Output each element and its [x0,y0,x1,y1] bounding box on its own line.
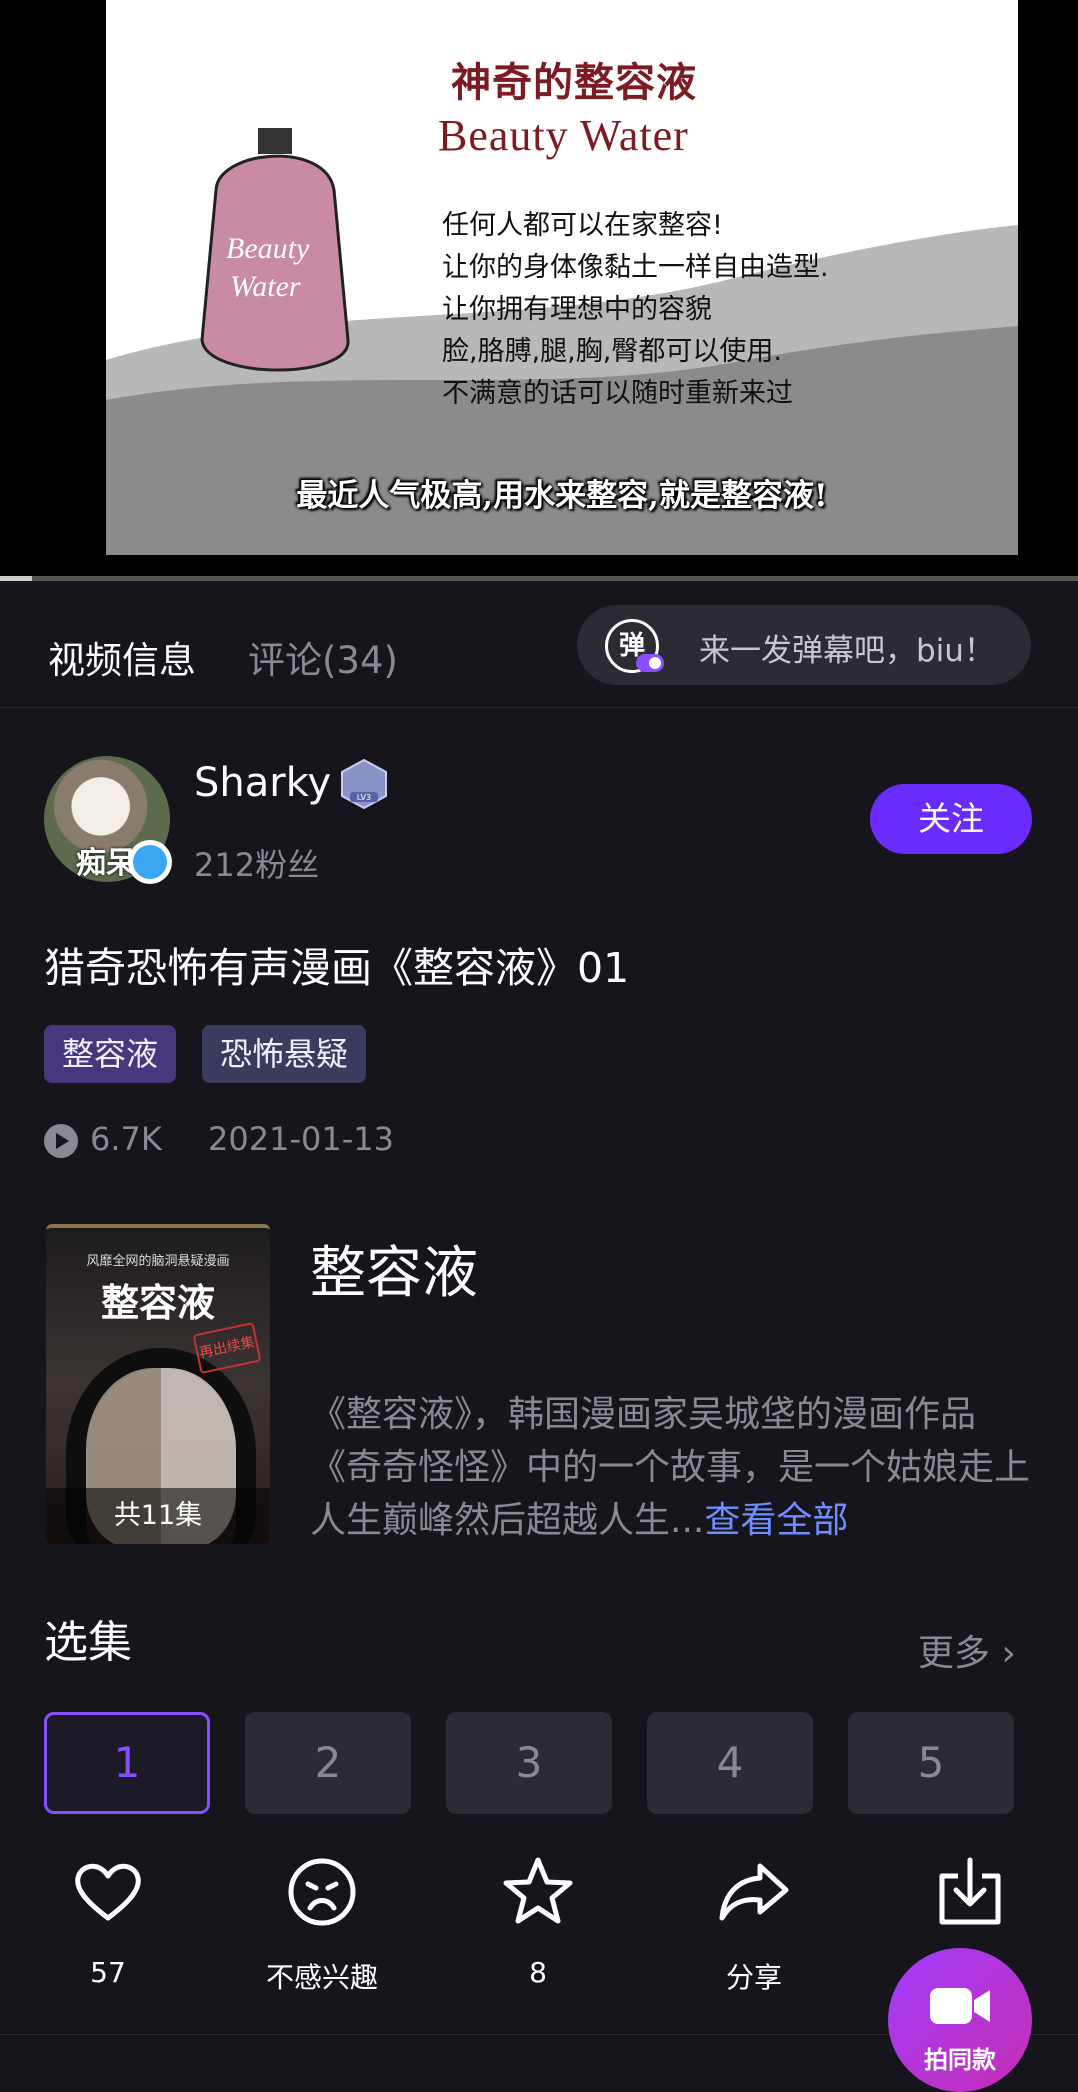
episode-button-4[interactable]: 4 [647,1712,813,1814]
episode-button-3[interactable]: 3 [446,1712,612,1814]
frame-line: 不满意的话可以随时重新来过 [442,378,793,409]
follow-button[interactable]: 关注 [870,784,1032,854]
heart-icon [75,1863,141,1921]
share-arrow-icon [719,1863,789,1921]
description-text: 《整容液》，韩国漫画家吴城垡的漫画作品《奇奇怪怪》中的一个故事，是一个姑娘走上人… [310,1394,1031,1541]
frame-line: 让你拥有理想中的容貌 [442,294,712,325]
episode-button-5[interactable]: 5 [848,1712,1014,1814]
frame-text-lines: 任何人都可以在家整容! 让你的身体像黏土一样自由造型. 让你拥有理想中的容貌 脸… [442,205,829,415]
not-interested-label: 不感兴趣 [265,1961,378,1994]
episode-count: 共11集 [46,1488,270,1544]
publish-date: 2021-01-13 [208,1120,394,1158]
favorite-count: 8 [529,1956,547,1989]
comic-cover[interactable]: 风靡全网的脑洞悬疑漫画 整容液 再出续集 共11集 [46,1224,270,1544]
tag-chip[interactable]: 整容液 [44,1025,177,1083]
svg-text:LV3: LV3 [357,793,371,802]
like-count: 57 [90,1956,126,1989]
star-icon [503,1857,573,1924]
comic-title: 整容液 [310,1241,478,1306]
video-camera-icon [930,1988,990,2024]
svg-text:Beauty: Beauty [226,232,310,265]
view-count: 6.7K [90,1120,162,1158]
fan-count: 212粉丝 [194,846,320,884]
video-player[interactable]: Beauty Water 神奇的整容液 Beauty Water 任何人都可以在… [0,0,1078,578]
tab-comments[interactable]: 评论(34) [248,630,398,684]
episodes-section-title: 选集 [44,1617,132,1668]
danmaku-toggle-icon[interactable]: 弹 [605,619,664,673]
comic-description: 《整容液》，韩国漫画家吴城垡的漫画作品《奇奇怪怪》中的一个故事，是一个姑娘走上人… [310,1388,1030,1547]
svg-text:Water: Water [230,270,301,303]
frame-line: 让你的身体像黏土一样自由造型. [442,252,829,283]
danmaku-input[interactable]: 弹 来一发弹幕吧，biu！ [577,605,1031,685]
verified-badge-icon [128,840,172,884]
tab-video-info[interactable]: 视频信息 [48,630,196,684]
avatar-text: 痴呆 [76,846,136,881]
frame-title-en: Beauty Water [438,111,689,160]
play-count-icon [44,1124,78,1158]
beauty-water-bottle: Beauty Water [200,128,350,372]
video-frame: Beauty Water 神奇的整容液 Beauty Water 任何人都可以在… [106,0,1018,555]
shoot-same-label: 拍同款 [924,2046,996,2074]
share-button[interactable]: 分享 [646,1854,862,1996]
author-name[interactable]: Sharky [194,760,331,806]
frame-line: 脸,胳膊,腿,胸,臀都可以使用. [442,336,782,367]
video-title: 猎奇恐怖有声漫画《整容液》01 [44,944,630,992]
more-episodes-link[interactable]: 更多 › [918,1624,1016,1676]
like-button[interactable]: 57 [0,1854,216,1989]
video-subtitle: 最近人气极高,用水来整容,就是整容液! [296,478,828,514]
danmaku-placeholder: 来一发弹幕吧，biu！ [699,633,995,669]
episode-button-2[interactable]: 2 [245,1712,411,1814]
danmaku-switch-dot [636,654,664,672]
favorite-button[interactable]: 8 [430,1854,646,1989]
cover-stamp: 再出续集 [192,1321,262,1375]
frame-title-cn: 神奇的整容液 [451,59,697,106]
download-button[interactable] [862,1854,1078,1930]
see-all-link[interactable]: 查看全部 [704,1500,848,1541]
episode-button-1[interactable]: 1 [44,1712,210,1814]
progress-fill [0,576,33,581]
download-icon [939,1857,1001,1925]
share-label: 分享 [725,1961,782,1994]
not-interested-button[interactable]: 不感兴趣 [214,1854,430,1996]
tag-chip[interactable]: 恐怖悬疑 [202,1025,367,1083]
avatar[interactable]: 痴呆 [44,756,172,884]
cover-top-text: 风靡全网的脑洞悬疑漫画 [86,1254,230,1269]
shoot-same-button[interactable]: 拍同款 [888,1948,1032,2092]
frame-line: 任何人都可以在家整容! [442,210,723,241]
sad-face-icon [288,1858,356,1926]
video-progress-bar[interactable] [0,576,1078,581]
cover-title: 整容液 [100,1280,215,1325]
level-badge-icon: LV3 [341,758,387,810]
